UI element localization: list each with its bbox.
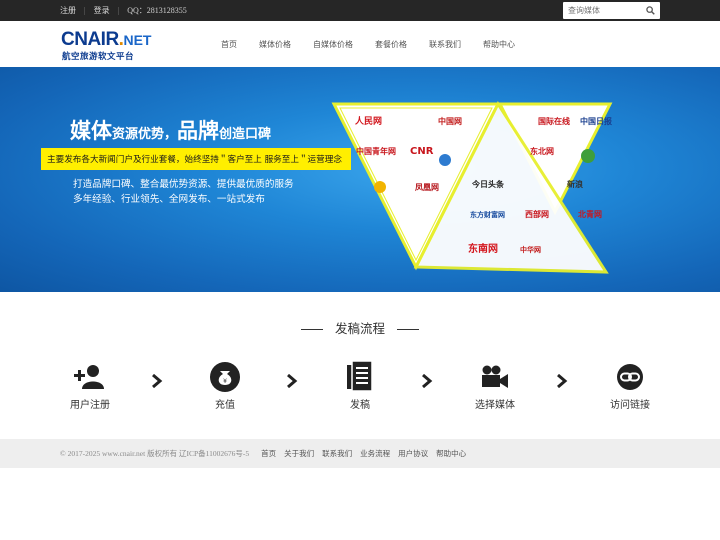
media-logo: 中华网	[520, 245, 541, 254]
media-logo: 北青网	[578, 209, 602, 219]
footer-link-process[interactable]: 业务流程	[360, 448, 390, 459]
step-label: 发稿	[350, 400, 370, 411]
hero-banner[interactable]: 媒体资源优势，品牌创造口碑 主要发布各大新闻门户及行业套餐，始终坚持＂客户至上 …	[0, 67, 720, 292]
footer-link-about[interactable]: 关于我们	[284, 448, 314, 459]
copyright-text: © 2017-2025 www.cnair.net 版权所有 辽ICP备1100…	[60, 449, 250, 458]
media-logo: 东南网	[468, 242, 498, 255]
nav-contact[interactable]: 联系我们	[429, 39, 461, 50]
register-link[interactable]: 注册	[60, 5, 76, 16]
step-register[interactable]: 用户注册	[45, 360, 135, 411]
logo-wordmark: CNAIR.NET	[61, 29, 152, 50]
money-bag-icon: ¥	[210, 362, 240, 392]
title-dash	[397, 329, 419, 330]
search-input[interactable]	[563, 3, 641, 18]
media-logo: 国际在线	[538, 116, 570, 126]
chevron-right-icon	[152, 374, 163, 388]
divider: |	[84, 6, 86, 15]
media-logo-triangles: 人民网 中国网 CNR 凤凰网 今日头条 东方财富网 东南网 中华网 国际在线 …	[331, 100, 613, 274]
footer-links: 首页 关于我们 联系我们 业务流程 用户协议 帮助中心	[261, 448, 474, 459]
banner-headline: 媒体资源优势，品牌创造口碑	[70, 119, 272, 143]
step-visit-link[interactable]: 访问链接	[585, 360, 675, 411]
media-logo: 凤凰网	[415, 183, 439, 192]
login-link[interactable]: 登录	[94, 5, 110, 16]
step-label: 访问链接	[610, 400, 650, 411]
banner-line-1: 打造品牌口碑、整合最优势资源、提供最优质的服务	[73, 179, 294, 190]
nav-home[interactable]: 首页	[221, 39, 237, 50]
footer: © 2017-2025 www.cnair.net 版权所有 辽ICP备1100…	[0, 439, 720, 468]
media-logo: 中国网	[438, 116, 462, 126]
media-logo: 东方财富网	[470, 210, 505, 219]
user-add-icon	[74, 365, 104, 389]
footer-link-help[interactable]: 帮助中心	[436, 448, 466, 459]
nav-media-price[interactable]: 媒体价格	[259, 39, 291, 50]
step-label: 充值	[215, 400, 235, 411]
link-icon	[617, 364, 643, 390]
main-nav: 首页 媒体价格 自媒体价格 套餐价格 联系我们 帮助中心	[221, 21, 515, 67]
media-logo: 东北网	[530, 146, 554, 156]
qq-contact: QQ：2813128355	[127, 6, 187, 15]
media-logo: 人民网	[354, 115, 382, 127]
chevron-right-icon	[287, 374, 298, 388]
banner-slogan: 主要发布各大新闻门户及行业套餐，始终坚持＂客户至上 服务至上＂运营理念	[41, 148, 351, 170]
title-dash	[300, 329, 323, 330]
media-logo-badge	[581, 149, 595, 163]
nav-help[interactable]: 帮助中心	[483, 39, 515, 50]
search-icon	[645, 6, 655, 15]
media-logo: CNR	[410, 146, 434, 157]
nav-self-media-price[interactable]: 自媒体价格	[313, 39, 353, 50]
media-logo: 西部网	[525, 209, 549, 219]
footer-link-home[interactable]: 首页	[261, 448, 276, 459]
search-button[interactable]	[641, 2, 659, 19]
svg-text:¥: ¥	[223, 378, 227, 385]
video-camera-icon	[482, 365, 508, 388]
step-select-media[interactable]: 选择媒体	[450, 360, 540, 411]
media-logo-badge	[439, 154, 451, 166]
footer-link-contact[interactable]: 联系我们	[322, 448, 352, 459]
chevron-right-icon	[422, 374, 433, 388]
site-logo[interactable]: CNAIR.NET 航空旅游软文平台	[61, 29, 156, 63]
chevron-right-icon	[557, 374, 568, 388]
media-logo: 中国日报	[580, 116, 612, 126]
step-recharge[interactable]: ¥ 充值	[180, 360, 270, 411]
media-logo: 新浪	[567, 179, 583, 189]
step-label: 用户注册	[70, 400, 110, 411]
media-logo-badge	[374, 181, 386, 193]
document-icon	[347, 361, 373, 392]
step-publish[interactable]: 发稿	[315, 360, 405, 411]
top-bar: 注册 | 登录 | QQ：2813128355	[0, 0, 720, 21]
footer-link-agreement[interactable]: 用户协议	[398, 448, 428, 459]
step-label: 选择媒体	[475, 400, 515, 411]
logo-tagline: 航空旅游软文平台	[62, 52, 135, 62]
divider: |	[117, 6, 120, 15]
media-logo: 中国青年网	[356, 146, 396, 156]
top-links: 注册 | 登录 | QQ：2813128355	[60, 0, 187, 21]
media-logo: 今日头条	[471, 179, 505, 189]
search-box	[563, 2, 660, 19]
header: CNAIR.NET 航空旅游软文平台 首页 媒体价格 自媒体价格 套餐价格 联系…	[0, 21, 720, 67]
nav-package-price[interactable]: 套餐价格	[375, 39, 407, 50]
process-section-title: 发稿流程	[0, 318, 720, 337]
banner-line-2: 多年经验、行业领先、全网发布、一站式发布	[73, 194, 265, 205]
